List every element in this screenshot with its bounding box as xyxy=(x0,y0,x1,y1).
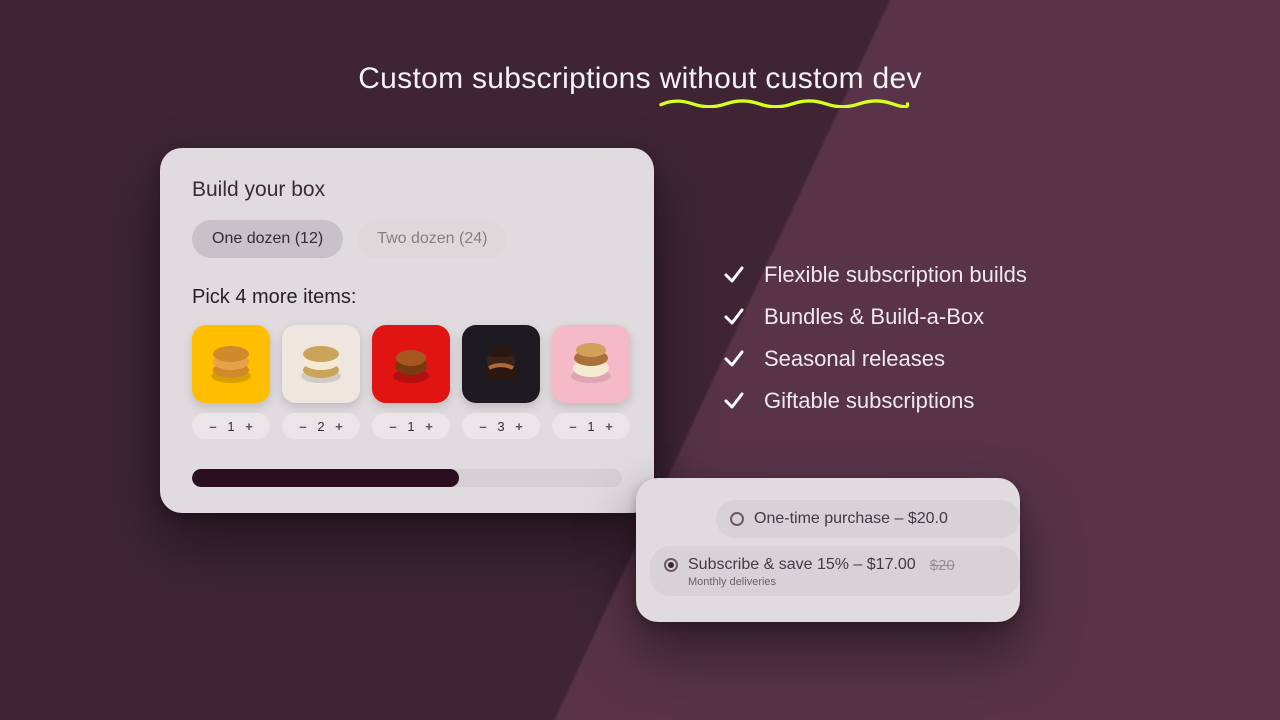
radio-checked-icon xyxy=(664,558,678,572)
radio-unchecked-icon xyxy=(730,512,744,526)
check-icon xyxy=(722,389,746,413)
size-option-one-dozen[interactable]: One dozen (12) xyxy=(192,220,343,258)
size-selector: One dozen (12) Two dozen (24) xyxy=(192,220,622,258)
purchase-options-card: One-time purchase – $20.0 Subscribe & sa… xyxy=(636,478,1020,622)
feature-label: Seasonal releases xyxy=(764,346,945,372)
product-item: – 3 + xyxy=(462,325,540,439)
pick-more-label: Pick 4 more items: xyxy=(192,286,622,309)
headline-text-1: Custom subscriptions xyxy=(358,62,659,95)
product-thumb[interactable] xyxy=(372,325,450,403)
strike-price: $20 xyxy=(930,557,955,574)
product-item: – 1 + xyxy=(372,325,450,439)
check-icon xyxy=(722,305,746,329)
subscribe-option[interactable]: Subscribe & save 15% – $17.00 $20 Monthl… xyxy=(650,546,1020,596)
progress-bar xyxy=(192,469,622,487)
feature-label: Giftable subscriptions xyxy=(764,388,974,414)
feature-label: Bundles & Build-a-Box xyxy=(764,304,984,330)
qty-value: 3 xyxy=(496,419,506,434)
qty-plus-button[interactable]: + xyxy=(604,419,614,434)
cookie-stack-icon xyxy=(563,336,619,392)
squiggle-underline-icon xyxy=(660,98,910,108)
build-box-title: Build your box xyxy=(192,178,622,202)
qty-minus-button[interactable]: – xyxy=(208,419,218,434)
product-thumb[interactable] xyxy=(192,325,270,403)
subscribe-note: Monthly deliveries xyxy=(688,576,776,588)
qty-plus-button[interactable]: + xyxy=(244,419,254,434)
feature-label: Flexible subscription builds xyxy=(764,262,1027,288)
check-icon xyxy=(722,347,746,371)
qty-value: 1 xyxy=(586,419,596,434)
product-row: – 1 + – 2 + – 1 + xyxy=(192,325,622,439)
qty-value: 2 xyxy=(316,419,326,434)
product-thumb[interactable] xyxy=(462,325,540,403)
feature-item: Seasonal releases xyxy=(722,346,1027,372)
cookie-stack-icon xyxy=(203,336,259,392)
feature-list: Flexible subscription builds Bundles & B… xyxy=(722,262,1027,414)
quantity-stepper: – 3 + xyxy=(462,413,540,439)
qty-plus-button[interactable]: + xyxy=(514,419,524,434)
feature-item: Bundles & Build-a-Box xyxy=(722,304,1027,330)
product-item: – 1 + xyxy=(552,325,630,439)
qty-minus-button[interactable]: – xyxy=(388,419,398,434)
product-thumb[interactable] xyxy=(282,325,360,403)
qty-plus-button[interactable]: + xyxy=(424,419,434,434)
cookie-stack-icon xyxy=(293,336,349,392)
cookie-stack-icon xyxy=(383,336,439,392)
size-option-two-dozen[interactable]: Two dozen (24) xyxy=(357,220,507,258)
quantity-stepper: – 1 + xyxy=(192,413,270,439)
product-item: – 2 + xyxy=(282,325,360,439)
qty-plus-button[interactable]: + xyxy=(334,419,344,434)
headline-text-2: without custom dev xyxy=(660,62,922,95)
build-box-card: Build your box One dozen (12) Two dozen … xyxy=(160,148,654,513)
progress-fill xyxy=(192,469,459,487)
product-thumb[interactable] xyxy=(552,325,630,403)
qty-minus-button[interactable]: – xyxy=(568,419,578,434)
one-time-option[interactable]: One-time purchase – $20.0 xyxy=(716,500,1020,538)
feature-item: Flexible subscription builds xyxy=(722,262,1027,288)
quantity-stepper: – 1 + xyxy=(372,413,450,439)
quantity-stepper: – 1 + xyxy=(552,413,630,439)
brownie-stack-icon xyxy=(473,336,529,392)
qty-minus-button[interactable]: – xyxy=(478,419,488,434)
product-item: – 1 + xyxy=(192,325,270,439)
check-icon xyxy=(722,263,746,287)
headline-highlight: without custom dev xyxy=(660,62,922,96)
one-time-label: One-time purchase – $20.0 xyxy=(754,510,948,528)
qty-value: 1 xyxy=(406,419,416,434)
qty-value: 1 xyxy=(226,419,236,434)
quantity-stepper: – 2 + xyxy=(282,413,360,439)
qty-minus-button[interactable]: – xyxy=(298,419,308,434)
feature-item: Giftable subscriptions xyxy=(722,388,1027,414)
page-headline: Custom subscriptions without custom dev xyxy=(358,62,922,96)
subscribe-label: Subscribe & save 15% – $17.00 xyxy=(688,556,916,574)
